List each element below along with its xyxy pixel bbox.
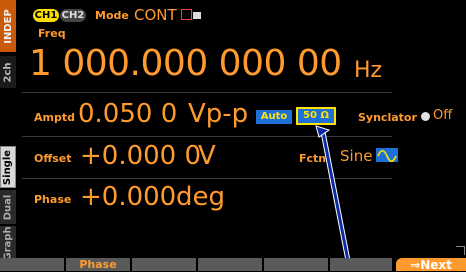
softkey-3[interactable] [132, 258, 196, 271]
softkey-phase[interactable]: Phase [66, 258, 130, 271]
softkey-5[interactable] [264, 258, 328, 271]
softkey-4[interactable] [198, 258, 262, 271]
pointer-arrow-icon [315, 125, 353, 271]
softkey-6[interactable] [330, 258, 392, 271]
softkey-1[interactable] [0, 258, 64, 271]
softkey-next[interactable]: ⇒Next [396, 258, 466, 272]
